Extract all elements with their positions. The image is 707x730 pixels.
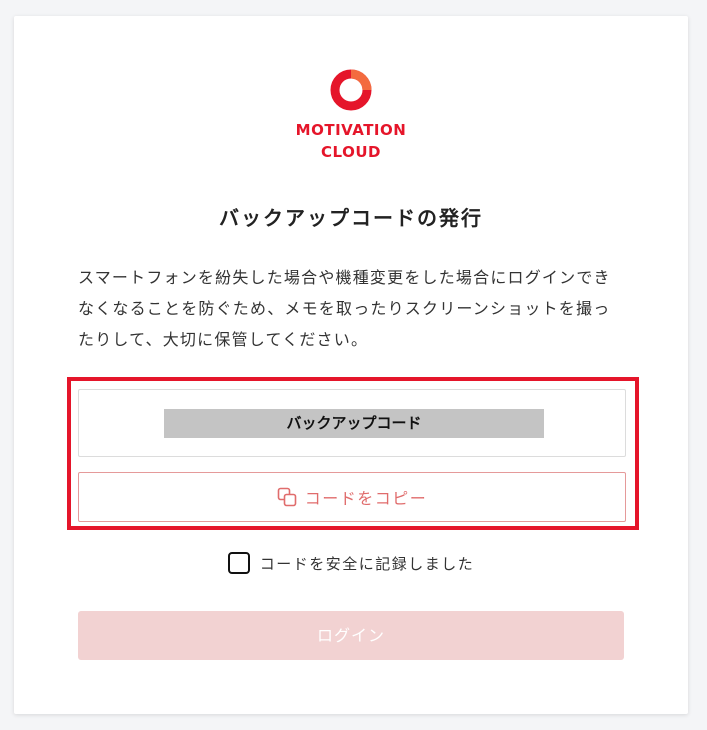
copy-icon [277,487,297,507]
backup-code-box: バックアップコード [78,389,626,457]
brand-name-line1: MOTIVATION [295,121,407,139]
copy-code-button[interactable]: コードをコピー [78,472,626,522]
confirm-recorded-row: コードを安全に記録しました [14,552,688,574]
motivation-cloud-logo-icon [330,69,372,111]
page-title: バックアップコードの発行 [219,206,483,230]
backup-code-value: バックアップコード [164,409,544,438]
confirm-recorded-checkbox[interactable] [227,552,250,574]
brand-logo: MOTIVATION CLOUD [14,68,688,162]
login-button[interactable]: ログイン [78,611,624,660]
confirm-recorded-label[interactable]: コードを安全に記録しました [260,553,475,574]
brand-name-line2: CLOUD [321,143,381,161]
backup-code-card: MOTIVATION CLOUD バックアップコードの発行 スマートフォンを紛失… [14,16,688,714]
copy-code-button-label: コードをコピー [304,489,428,508]
page-description: スマートフォンを紛失した場合や機種変更をした場合にログインできなくなることを防ぐ… [78,268,611,349]
